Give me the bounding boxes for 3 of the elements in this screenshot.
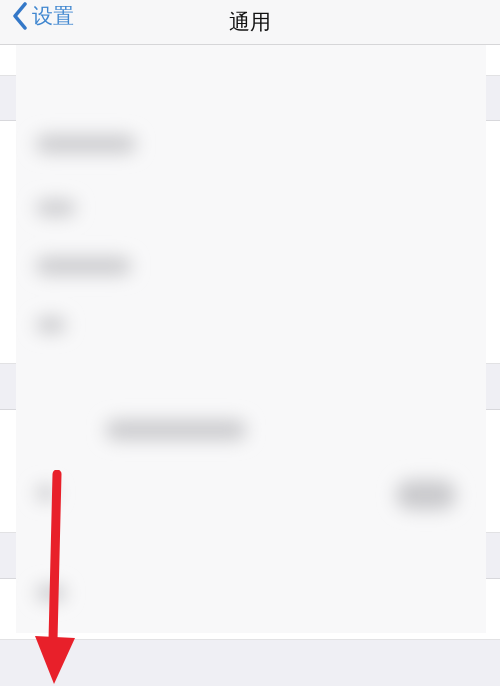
- chevron-left-icon: [12, 2, 28, 30]
- back-button[interactable]: 设置: [12, 2, 74, 30]
- screen-title: 通用: [229, 9, 271, 36]
